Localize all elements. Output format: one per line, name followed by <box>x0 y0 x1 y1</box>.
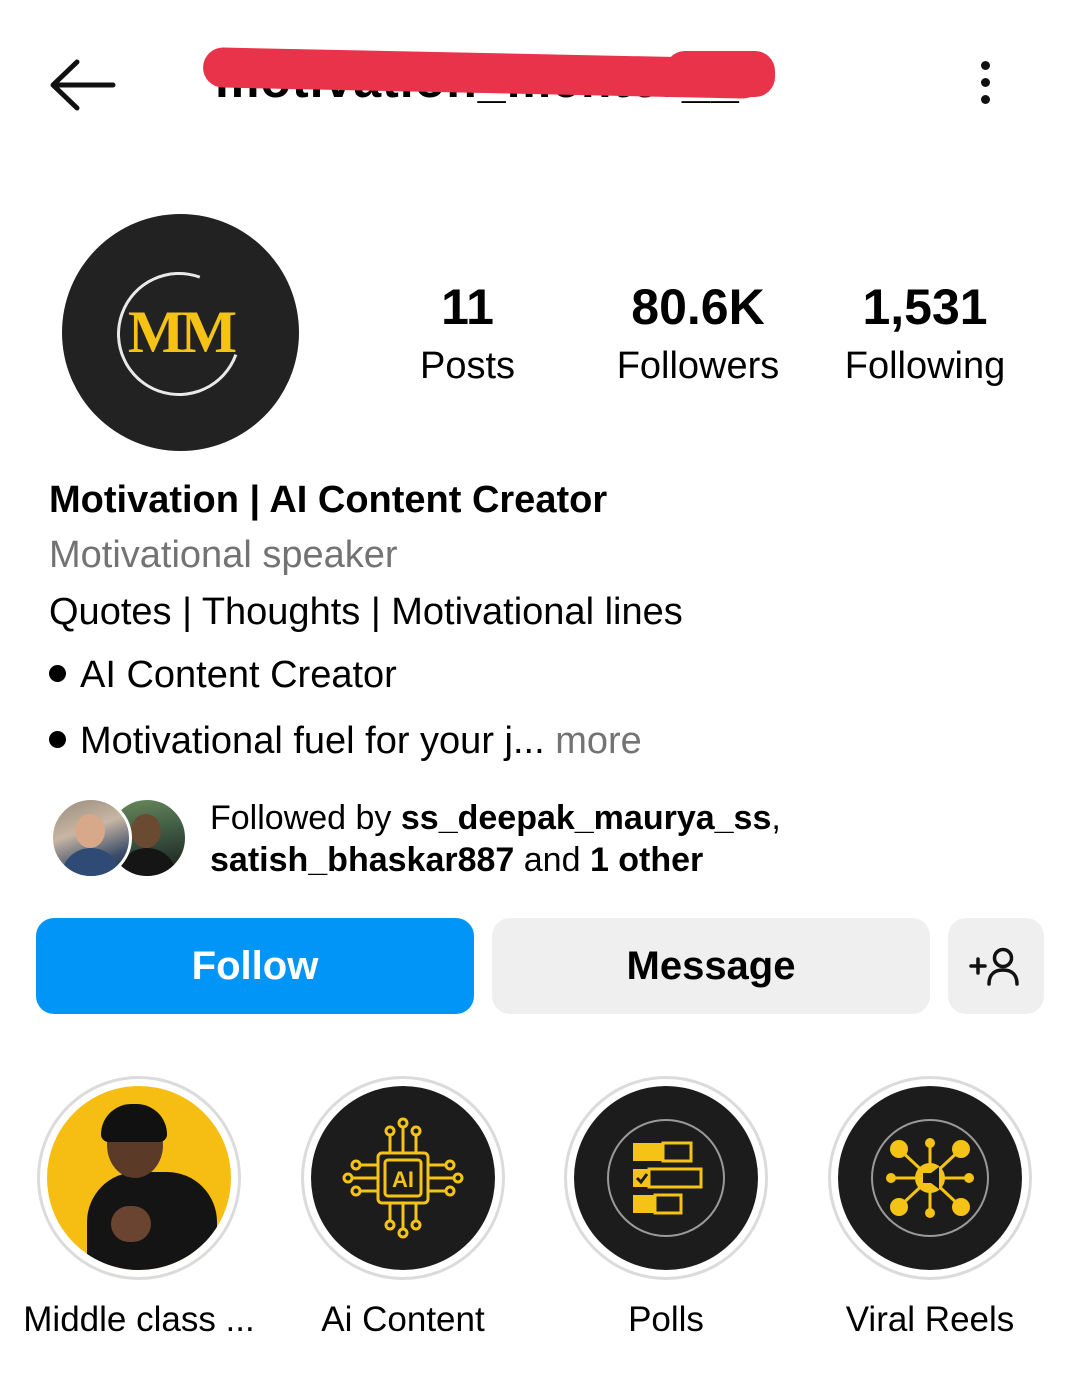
followers-stat[interactable]: 80.6K Followers <box>598 275 798 393</box>
story-highlight[interactable]: Viral Reels <box>825 1076 1035 1342</box>
posts-stat[interactable]: 11 Posts <box>395 275 540 393</box>
followed-by-prefix: Followed by <box>210 799 401 837</box>
followers-count: 80.6K <box>631 279 765 335</box>
highlight-label: Middle class ... <box>23 1300 255 1339</box>
mutual-username[interactable]: ss_deepak_maurya_ss <box>401 799 772 837</box>
profile-avatar[interactable]: MM <box>62 214 299 451</box>
followed-by-middle: and <box>514 841 590 879</box>
bio-line-text: Motivational fuel for your j... <box>80 720 545 762</box>
following-count: 1,531 <box>862 279 988 335</box>
network-megaphone-icon <box>871 1119 989 1237</box>
story-highlight[interactable]: Polls <box>561 1076 771 1342</box>
suggested-accounts-button[interactable] <box>948 918 1044 1014</box>
person-photo-body <box>87 1172 217 1270</box>
following-label: Following <box>844 345 1006 387</box>
posts-count: 11 <box>441 279 494 335</box>
posts-label: Posts <box>419 345 516 387</box>
highlight-ring <box>828 1076 1032 1280</box>
highlight-cover <box>47 1086 231 1270</box>
username-title: motivation_mentor__ <box>202 45 835 115</box>
kebab-dot <box>980 77 990 87</box>
highlight-cover <box>838 1086 1022 1270</box>
add-person-icon <box>969 947 1019 986</box>
avatar-logo-text: MM <box>127 299 237 365</box>
mutual-avatar <box>50 797 132 879</box>
follow-button[interactable]: Follow <box>36 918 474 1014</box>
message-button[interactable]: Message <box>492 918 930 1014</box>
story-highlight[interactable]: AI Ai Content <box>298 1076 508 1342</box>
redaction-mark <box>665 51 775 97</box>
ai-chip-icon: AI <box>342 1117 464 1239</box>
highlight-label: Viral Reels <box>845 1300 1015 1339</box>
highlight-label: Ai Content <box>321 1300 485 1339</box>
followed-by-text[interactable]: Followed by ss_deepak_maurya_ss, satish_… <box>210 797 781 881</box>
mutual-followers-avatars[interactable] <box>50 797 190 879</box>
followers-label: Followers <box>616 345 780 387</box>
kebab-dot <box>980 94 990 104</box>
arrow-left-icon <box>50 59 116 111</box>
bullet-icon <box>49 665 66 683</box>
avatar-body-shape <box>61 848 121 876</box>
back-button[interactable] <box>40 50 124 120</box>
person-photo-hair <box>101 1104 167 1142</box>
story-highlight[interactable]: Middle class ... <box>23 1076 255 1342</box>
bio-line: AI Content Creator <box>49 650 397 700</box>
avatar-face-shape <box>131 814 161 848</box>
more-options-button[interactable] <box>955 50 1015 114</box>
bullet-icon <box>49 731 66 749</box>
highlight-ring <box>564 1076 768 1280</box>
bio-more-link[interactable]: more <box>555 720 642 762</box>
avatar-face-shape <box>75 814 105 848</box>
mutual-username[interactable]: satish_bhaskar887 <box>210 841 514 879</box>
mutual-others[interactable]: 1 other <box>590 841 703 879</box>
highlight-cover <box>574 1086 758 1270</box>
display-name: Motivation | AI Content Creator <box>49 479 608 521</box>
highlight-cover: AI <box>311 1086 495 1270</box>
bio-line: Quotes | Thoughts | Motivational lines <box>49 591 683 633</box>
kebab-menu-icon <box>980 60 990 70</box>
highlight-ring: AI <box>301 1076 505 1280</box>
bio-line: Motivational fuel for your j... more <box>49 716 642 766</box>
svg-text:AI: AI <box>392 1167 414 1192</box>
following-stat[interactable]: 1,531 Following <box>830 275 1020 393</box>
person-photo-hand <box>111 1206 151 1242</box>
highlight-label: Polls <box>628 1300 704 1339</box>
profile-category: Motivational speaker <box>49 534 398 576</box>
highlight-ring <box>37 1076 241 1280</box>
bio-line-text: AI Content Creator <box>80 654 397 696</box>
poll-icon <box>607 1119 725 1237</box>
separator: , <box>771 799 781 837</box>
